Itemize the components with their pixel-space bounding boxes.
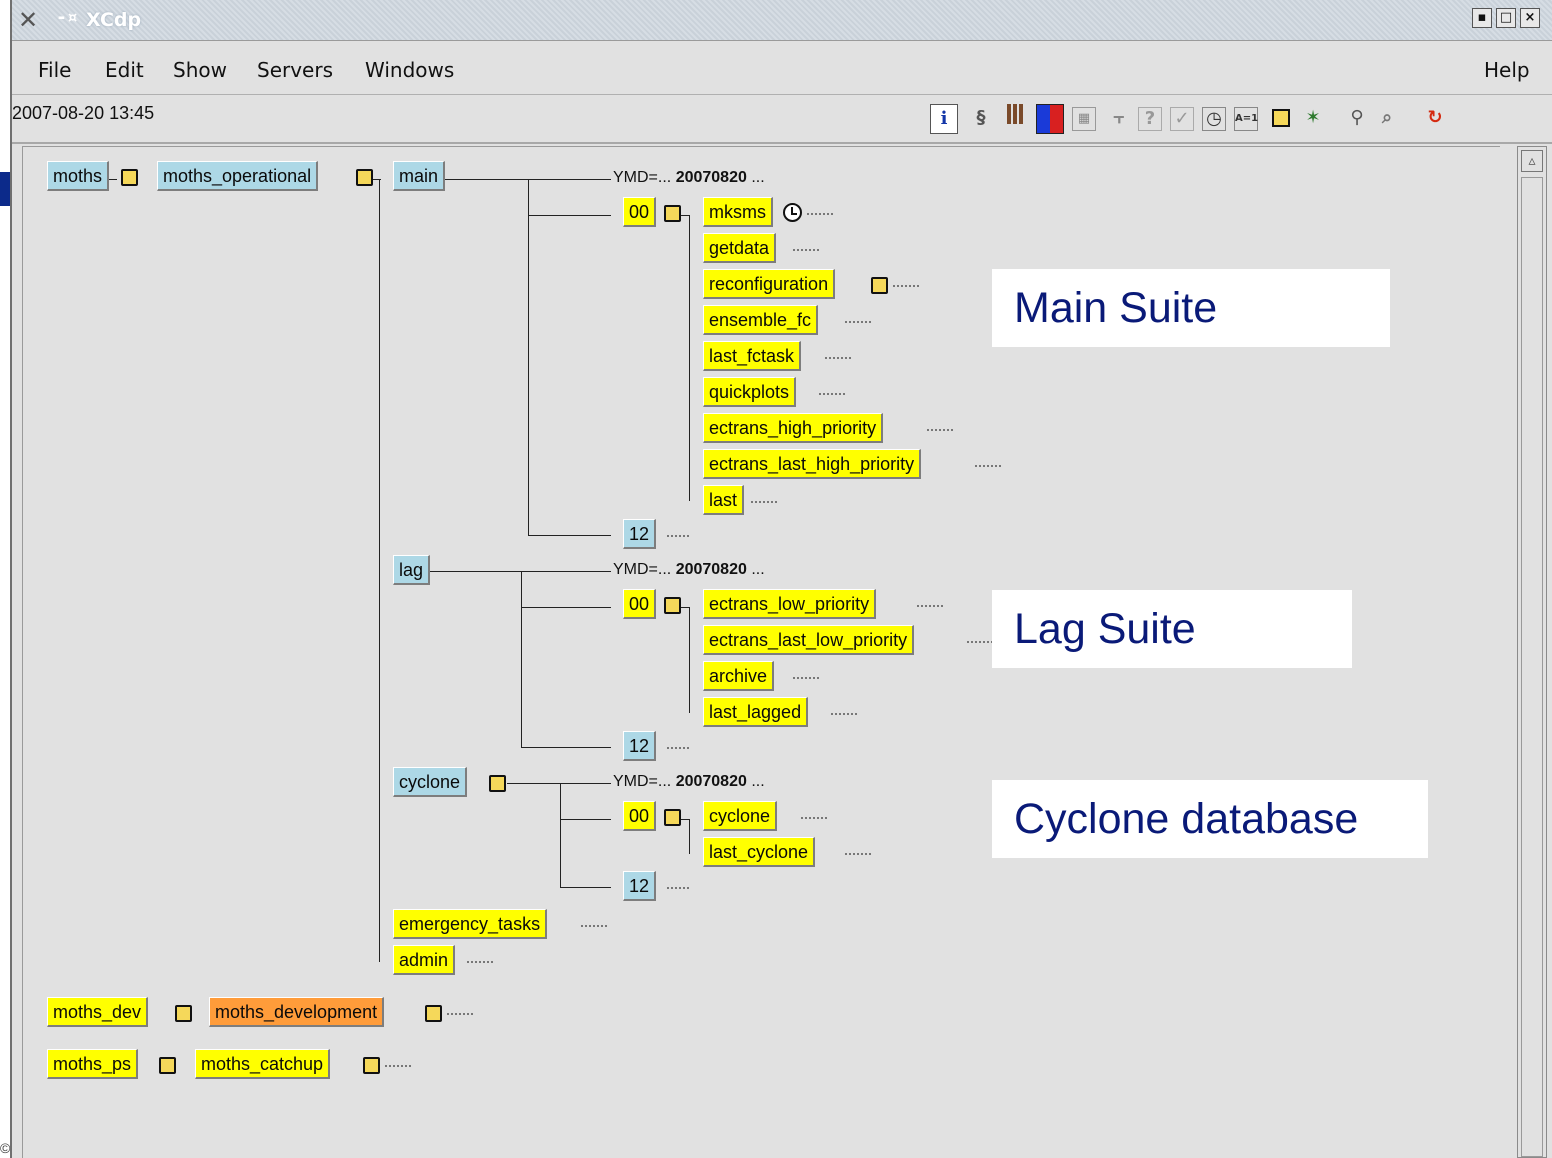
info-icon[interactable]: i xyxy=(930,104,958,134)
server-node[interactable]: moths_dev xyxy=(47,997,149,1027)
menu-file[interactable]: File xyxy=(38,58,71,82)
annotation-lag-suite: Lag Suite xyxy=(992,590,1352,668)
a1-icon[interactable]: A=1 xyxy=(1234,107,1258,131)
family-cyclone[interactable]: cyclone xyxy=(393,767,468,797)
maximize-button[interactable]: □ xyxy=(1496,8,1516,28)
task-node[interactable]: ectrans_last_low_priority xyxy=(703,625,915,655)
close-button[interactable]: × xyxy=(1520,8,1540,28)
scroll-up-arrow-icon[interactable]: ▵ xyxy=(1521,150,1543,172)
question-icon[interactable]: ? xyxy=(1138,107,1162,131)
task-node[interactable]: quickplots xyxy=(703,377,797,407)
task-node[interactable]: ectrans_last_high_priority xyxy=(703,449,922,479)
task-node[interactable]: cyclone xyxy=(703,801,778,831)
family-emergency-tasks[interactable]: emergency_tasks xyxy=(393,909,548,939)
task-node[interactable]: last_fctask xyxy=(703,341,802,371)
task-node[interactable]: mksms xyxy=(703,197,773,227)
note-icon[interactable] xyxy=(664,809,681,826)
task-node[interactable]: reconfiguration xyxy=(703,269,836,299)
search-icon[interactable]: ⌕ xyxy=(1374,104,1400,132)
note-icon[interactable] xyxy=(1268,104,1294,132)
task-node[interactable]: last xyxy=(703,485,745,515)
note-icon[interactable] xyxy=(489,775,506,792)
task-node[interactable]: last_lagged xyxy=(703,697,809,727)
family-lag[interactable]: lag xyxy=(393,555,431,585)
annotation-cyclone-database: Cyclone database xyxy=(992,780,1428,858)
clock-icon[interactable] xyxy=(783,203,802,222)
task-node[interactable]: archive xyxy=(703,661,775,691)
task-node[interactable]: ensemble_fc xyxy=(703,305,819,335)
table-icon[interactable]: ▦ xyxy=(1072,107,1096,131)
suite-node[interactable]: moths_catchup xyxy=(195,1049,331,1079)
note-icon[interactable] xyxy=(425,1005,442,1022)
family-12[interactable]: 12 xyxy=(623,731,657,761)
wrench-icon[interactable]: ⚲ xyxy=(1344,104,1370,132)
annotation-main-suite: Main Suite xyxy=(992,269,1390,347)
note-icon[interactable] xyxy=(121,169,138,186)
note-icon[interactable] xyxy=(356,169,373,186)
title-bar[interactable]: ✕ -¤ XCdp ▪ □ × xyxy=(12,0,1552,41)
note-icon[interactable] xyxy=(363,1057,380,1074)
tree-icon[interactable]: ⫟ xyxy=(1106,104,1132,132)
pin-icon[interactable]: -¤ xyxy=(56,7,78,28)
server-node[interactable]: moths_ps xyxy=(47,1049,139,1079)
note-icon[interactable] xyxy=(664,597,681,614)
status-toolbar: 2007-08-20 13:45 i § ▦ ⫟ ? ✓ ◷ A=1 ✶ ⚲ ⌕… xyxy=(12,96,1552,144)
note-icon[interactable] xyxy=(159,1057,176,1074)
link-icon[interactable]: § xyxy=(968,104,994,132)
menu-windows[interactable]: Windows xyxy=(365,58,454,82)
ymd-variable[interactable]: YMD=... 20070820 ... xyxy=(613,169,765,187)
note-icon[interactable] xyxy=(664,205,681,222)
suite-node-suspended[interactable]: moths_development xyxy=(209,997,385,1027)
task-node[interactable]: ectrans_high_priority xyxy=(703,413,884,443)
ymd-variable[interactable]: YMD=... 20070820 ... xyxy=(613,773,765,791)
color-grid-icon[interactable] xyxy=(1036,104,1064,134)
note-icon[interactable] xyxy=(871,277,888,294)
server-datetime: 2007-08-20 13:45 xyxy=(12,103,155,123)
task-node[interactable]: ectrans_low_priority xyxy=(703,589,877,619)
note-icon[interactable] xyxy=(175,1005,192,1022)
family-12[interactable]: 12 xyxy=(623,871,657,901)
family-12[interactable]: 12 xyxy=(623,519,657,549)
minimize-button[interactable]: ▪ xyxy=(1472,8,1492,28)
menu-show[interactable]: Show xyxy=(173,58,227,82)
server-node[interactable]: moths xyxy=(47,161,110,191)
scroll-track[interactable] xyxy=(1521,177,1543,1157)
refresh-icon[interactable]: ↻ xyxy=(1422,104,1448,132)
x-logo-icon: ✕ xyxy=(18,6,39,34)
task-node[interactable]: last_cyclone xyxy=(703,837,816,867)
task-node[interactable]: getdata xyxy=(703,233,777,263)
task-admin[interactable]: admin xyxy=(393,945,456,975)
clock-icon[interactable]: ◷ xyxy=(1202,107,1226,131)
suite-node[interactable]: moths_operational xyxy=(157,161,319,191)
menu-help[interactable]: Help xyxy=(1484,58,1530,82)
menu-servers[interactable]: Servers xyxy=(257,58,333,82)
bars-icon[interactable] xyxy=(1002,104,1028,132)
family-00[interactable]: 00 xyxy=(623,589,657,619)
copyright-mark: © xyxy=(0,1140,11,1156)
menu-bar: File Edit Show Servers Windows Help xyxy=(12,44,1552,95)
ymd-variable[interactable]: YMD=... 20070820 ... xyxy=(613,561,765,579)
menu-edit[interactable]: Edit xyxy=(105,58,144,82)
satellite-icon[interactable]: ✶ xyxy=(1300,104,1326,132)
check-icon[interactable]: ✓ xyxy=(1170,107,1194,131)
family-00[interactable]: 00 xyxy=(623,801,657,831)
family-00[interactable]: 00 xyxy=(623,197,657,227)
xcdp-window: ✕ -¤ XCdp ▪ □ × File Edit Show Servers W… xyxy=(10,0,1552,1158)
window-title: XCdp xyxy=(86,9,142,31)
vertical-scrollbar[interactable]: ▵ xyxy=(1517,146,1547,1158)
family-main[interactable]: main xyxy=(393,161,446,191)
